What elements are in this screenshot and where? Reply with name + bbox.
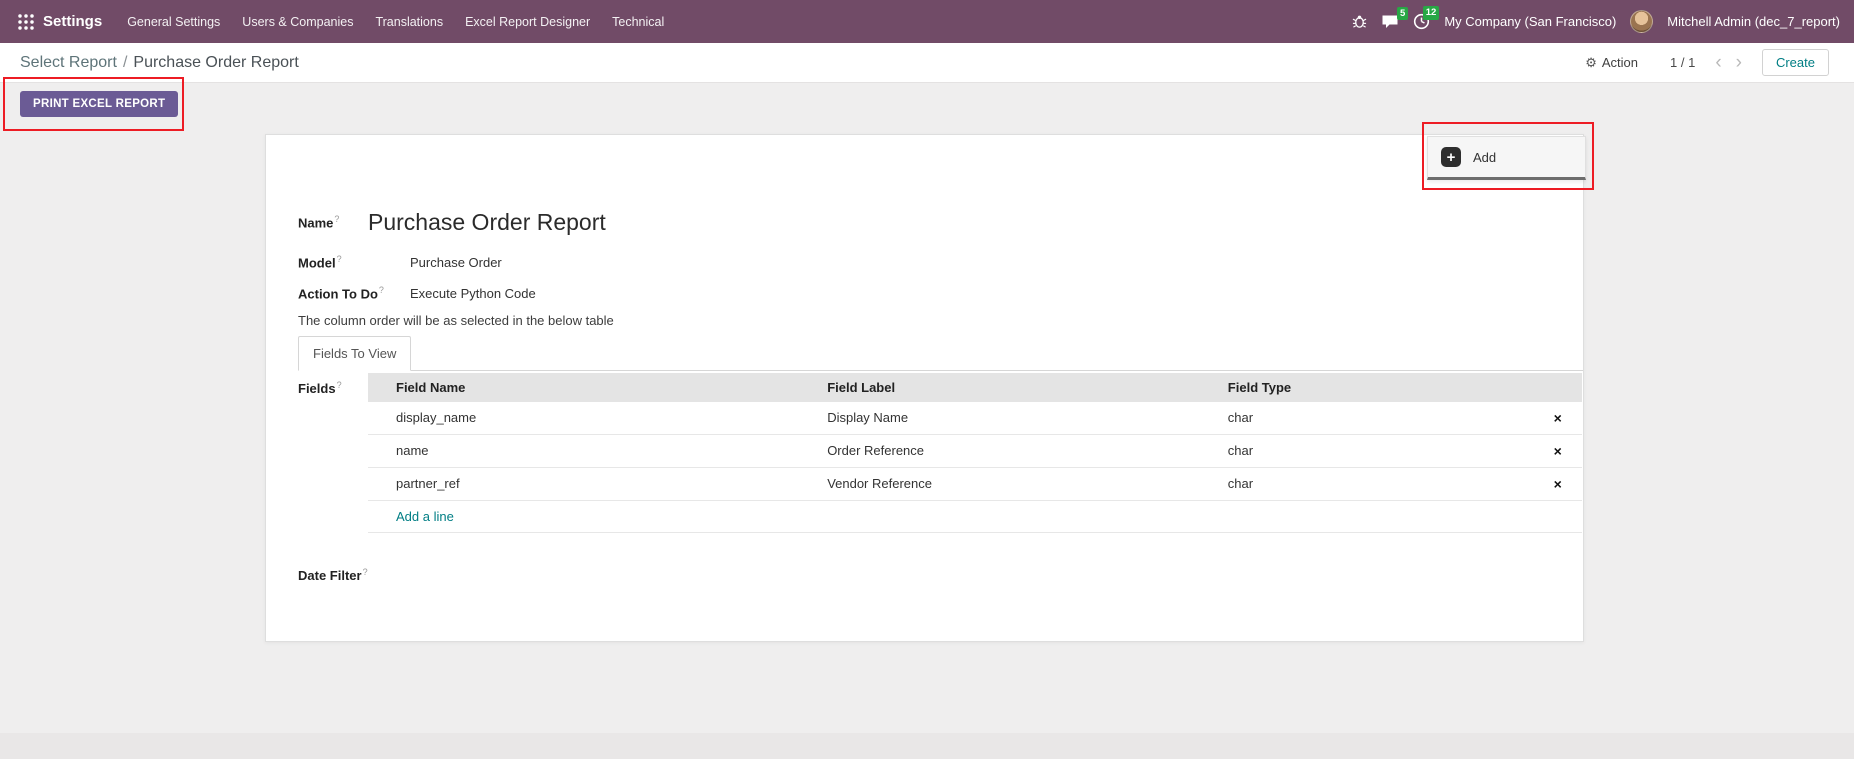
breadcrumb: Select Report / Purchase Order Report [20, 54, 299, 72]
user-avatar[interactable] [1630, 10, 1653, 33]
model-label-text: Model [298, 255, 336, 270]
tab-fields-to-view[interactable]: Fields To View [298, 336, 411, 371]
cell-field-label[interactable]: Order Reference [817, 434, 1218, 467]
date-filter-label-text: Date Filter [298, 568, 362, 583]
fields-field-label: Fields? [298, 373, 368, 533]
action-to-do-field-label: Action To Do? [298, 285, 410, 301]
control-panel: Select Report / Purchase Order Report ⚙ … [0, 43, 1854, 83]
cell-field-name[interactable]: partner_ref [368, 467, 817, 500]
table-row[interactable]: partner_ref Vendor Reference char × [368, 467, 1582, 500]
apps-menu-icon[interactable] [17, 13, 34, 30]
help-marker-icon: ? [337, 380, 342, 390]
column-delete-header [1533, 373, 1582, 402]
delete-row-icon[interactable]: × [1554, 443, 1562, 459]
column-order-helper-text: The column order will be as selected in … [266, 313, 1583, 328]
name-label-text: Name [298, 216, 333, 231]
user-menu[interactable]: Mitchell Admin (dec_7_report) [1667, 14, 1840, 29]
date-filter-field-label: Date Filter? [298, 568, 368, 583]
cell-field-type[interactable]: char [1218, 467, 1534, 500]
pager-previous-icon[interactable]: ‹ [1715, 53, 1721, 72]
help-marker-icon: ? [363, 567, 368, 577]
breadcrumb-parent-link[interactable]: Select Report [20, 54, 117, 72]
add-line-row: Add a line [368, 500, 1582, 532]
name-field-value[interactable]: Purchase Order Report [368, 209, 606, 236]
pager-controls: ‹ › [1715, 53, 1742, 72]
model-field-row: Model? Purchase Order [266, 254, 1583, 270]
model-field-value[interactable]: Purchase Order [410, 255, 502, 270]
breadcrumb-current: Purchase Order Report [133, 54, 298, 72]
column-field-name-header[interactable]: Field Name [368, 373, 817, 402]
breadcrumb-separator: / [123, 54, 127, 72]
menu-excel-report-designer[interactable]: Excel Report Designer [454, 0, 601, 43]
cell-field-label[interactable]: Vendor Reference [817, 467, 1218, 500]
action-menu-label: Action [1602, 55, 1638, 70]
cell-field-name[interactable]: display_name [368, 402, 817, 435]
form-sheet: Name? Purchase Order Report Model? Purch… [265, 134, 1584, 642]
menu-users-companies[interactable]: Users & Companies [231, 0, 364, 43]
action-menu-button[interactable]: ⚙ Action [1585, 55, 1638, 71]
create-button[interactable]: Create [1762, 49, 1829, 76]
fields-table: Field Name Field Label Field Type displa… [368, 373, 1582, 533]
activities-clock-icon[interactable]: 12 [1413, 13, 1430, 30]
cell-field-type[interactable]: char [1218, 402, 1534, 435]
action-to-do-label-text: Action To Do [298, 287, 378, 302]
print-excel-report-button[interactable]: PRINT EXCEL REPORT [20, 91, 178, 117]
delete-row-icon[interactable]: × [1554, 410, 1562, 426]
bug-icon[interactable] [1352, 14, 1367, 29]
delete-row-icon[interactable]: × [1554, 476, 1562, 492]
activities-count-badge: 12 [1423, 6, 1440, 20]
cell-field-type[interactable]: char [1218, 434, 1534, 467]
fields-section: Fields? Field Name Field Label Field Typ… [266, 373, 1583, 533]
action-to-do-field-row: Action To Do? Execute Python Code [266, 285, 1583, 301]
menu-translations[interactable]: Translations [364, 0, 454, 43]
notebook-tabbar: Fields To View [298, 336, 1583, 371]
bottom-band [0, 733, 1854, 759]
top-navbar: Settings General Settings Users & Compan… [0, 0, 1854, 43]
table-row[interactable]: display_name Display Name char × [368, 402, 1582, 435]
name-field-row: Name? Purchase Order Report [266, 209, 1583, 236]
name-field-label: Name? [298, 214, 368, 230]
company-switcher[interactable]: My Company (San Francisco) [1444, 14, 1616, 29]
control-panel-right: ⚙ Action 1 / 1 ‹ › Create [1585, 49, 1829, 76]
navbar-menu: General Settings Users & Companies Trans… [116, 0, 675, 43]
menu-general-settings[interactable]: General Settings [116, 0, 231, 43]
fields-label-text: Fields [298, 381, 336, 396]
column-field-type-header[interactable]: Field Type [1218, 373, 1534, 402]
cell-field-name[interactable]: name [368, 434, 817, 467]
gear-icon: ⚙ [1585, 55, 1597, 71]
column-field-label-header[interactable]: Field Label [817, 373, 1218, 402]
pager-next-icon[interactable]: › [1736, 53, 1742, 72]
date-filter-field-row: Date Filter? [266, 567, 1583, 585]
screen: Settings General Settings Users & Compan… [0, 0, 1854, 759]
cell-field-label[interactable]: Display Name [817, 402, 1218, 435]
help-marker-icon: ? [337, 254, 342, 264]
messages-count-badge: 5 [1397, 7, 1408, 21]
add-menu-label: Add [1473, 150, 1496, 165]
fields-table-wrap: Field Name Field Label Field Type displa… [368, 373, 1582, 533]
add-menu-item[interactable]: + Add [1427, 136, 1586, 180]
pager-value: 1 / 1 [1670, 55, 1695, 70]
plus-icon: + [1441, 147, 1461, 167]
help-marker-icon: ? [334, 214, 339, 224]
model-field-label: Model? [298, 254, 410, 270]
help-marker-icon: ? [379, 285, 384, 295]
navbar-left: Settings General Settings Users & Compan… [12, 0, 675, 43]
app-name[interactable]: Settings [43, 13, 102, 30]
add-a-line-link[interactable]: Add a line [368, 500, 1582, 532]
action-to-do-field-value[interactable]: Execute Python Code [410, 286, 536, 301]
messages-icon[interactable]: 5 [1381, 14, 1399, 30]
menu-technical[interactable]: Technical [601, 0, 675, 43]
table-row[interactable]: name Order Reference char × [368, 434, 1582, 467]
fields-table-header-row: Field Name Field Label Field Type [368, 373, 1582, 402]
navbar-right: 5 12 My Company (San Francisco) Mitchell… [1352, 10, 1840, 33]
